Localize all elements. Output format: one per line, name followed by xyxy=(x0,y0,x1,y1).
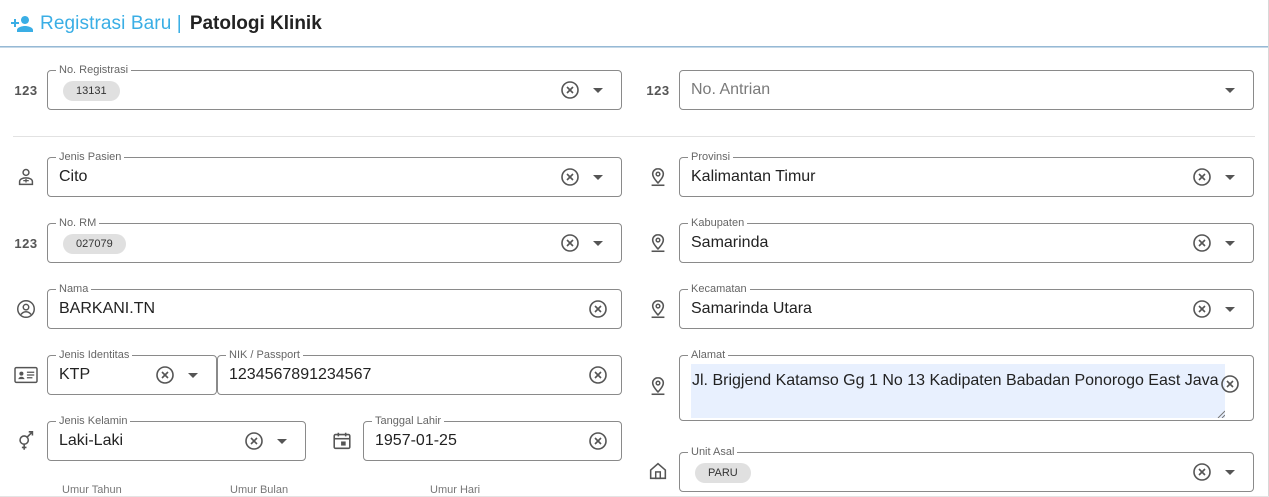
nama-value: BARKANI.TN xyxy=(59,300,156,317)
id-card-icon xyxy=(12,363,40,387)
jenis-pasien-value: Cito xyxy=(59,168,88,185)
chevron-down-icon[interactable] xyxy=(1223,302,1237,316)
no-antrian-select[interactable]: No. Antrian xyxy=(679,70,1254,110)
clear-icon[interactable] xyxy=(588,431,608,451)
chevron-down-icon[interactable] xyxy=(591,170,605,184)
chevron-down-icon[interactable] xyxy=(1223,465,1237,479)
chevron-down-icon[interactable] xyxy=(186,368,200,382)
clear-icon[interactable] xyxy=(1192,233,1212,253)
nik-input[interactable]: NIK / Passport 1234567891234567 xyxy=(217,348,622,395)
calendar-icon xyxy=(330,429,354,453)
clear-icon[interactable] xyxy=(560,167,580,187)
umur-bulan-label: Umur Bulan xyxy=(230,484,289,496)
provinsi-value: Kalimantan Timur xyxy=(691,168,816,185)
no-antrian-placeholder: No. Antrian xyxy=(691,81,771,98)
unit-asal-label: Unit Asal xyxy=(688,445,738,459)
tanggal-lahir-value: 1957-01-25 xyxy=(375,432,457,449)
number-icon: 123 xyxy=(14,82,38,98)
jenis-kelamin-select[interactable]: Jenis Kelamin Laki-Laki xyxy=(47,414,306,461)
clear-icon[interactable] xyxy=(1192,462,1212,482)
jenis-identitas-value: KTP xyxy=(59,366,91,383)
location-pin-icon xyxy=(646,297,670,321)
umur-tahun-label: Umur Tahun xyxy=(62,484,122,496)
chevron-down-icon[interactable] xyxy=(591,83,605,97)
clear-icon[interactable] xyxy=(560,233,580,253)
clear-icon[interactable] xyxy=(560,80,580,100)
no-rm-select[interactable]: No. RM 027079 xyxy=(47,216,622,263)
no-rm-chip[interactable]: 027079 xyxy=(63,234,126,254)
header-subtitle: Registrasi Baru | xyxy=(40,13,182,34)
alamat-textarea[interactable]: Alamat Jl. Brigjend Katamso Gg 1 No 13 K… xyxy=(679,348,1254,421)
tanggal-lahir-input[interactable]: Tanggal Lahir 1957-01-25 xyxy=(363,414,622,461)
kabupaten-select[interactable]: Kabupaten Samarinda xyxy=(679,216,1254,263)
location-pin-icon xyxy=(646,165,670,189)
home-icon xyxy=(646,459,670,483)
jenis-identitas-select[interactable]: Jenis Identitas KTP xyxy=(47,348,217,395)
section-divider xyxy=(13,136,1255,137)
header-divider xyxy=(0,46,1269,48)
number-icon: 123 xyxy=(646,82,670,98)
umur-hari-label: Umur Hari xyxy=(430,484,481,496)
chevron-down-icon[interactable] xyxy=(1223,236,1237,250)
provinsi-select[interactable]: Provinsi Kalimantan Timur xyxy=(679,150,1254,197)
kabupaten-value: Samarinda xyxy=(691,234,769,251)
nik-value: 1234567891234567 xyxy=(229,366,372,383)
gender-icon xyxy=(14,429,38,453)
alamat-label: Alamat xyxy=(688,348,729,362)
page-header: Registrasi Baru | Patologi Klinik xyxy=(0,0,1269,48)
jenis-kelamin-value: Laki-Laki xyxy=(59,432,124,449)
chevron-down-icon[interactable] xyxy=(591,236,605,250)
person-add-icon xyxy=(11,16,33,32)
chevron-down-icon[interactable] xyxy=(1223,170,1237,184)
no-rm-label: No. RM xyxy=(56,216,100,230)
resize-handle-icon[interactable] xyxy=(1217,410,1225,418)
no-registrasi-label: No. Registrasi xyxy=(56,63,132,77)
unit-asal-chip[interactable]: PARU xyxy=(695,463,751,483)
no-registrasi-chip[interactable]: 13131 xyxy=(63,81,120,101)
location-pin-icon xyxy=(646,374,670,398)
clear-icon[interactable] xyxy=(1192,299,1212,319)
kecamatan-select[interactable]: Kecamatan Samarinda Utara xyxy=(679,282,1254,329)
no-registrasi-select[interactable]: No. Registrasi 13131 xyxy=(47,63,622,110)
alamat-value[interactable]: Jl. Brigjend Katamso Gg 1 No 13 Kadipate… xyxy=(691,364,1225,418)
clear-icon[interactable] xyxy=(244,431,264,451)
patient-icon xyxy=(14,165,38,189)
account-circle-icon xyxy=(14,297,38,321)
kecamatan-value: Samarinda Utara xyxy=(691,300,812,317)
jenis-pasien-select[interactable]: Jenis Pasien Cito xyxy=(47,150,622,197)
clear-icon[interactable] xyxy=(1192,167,1212,187)
clear-icon[interactable] xyxy=(155,365,175,385)
chevron-down-icon[interactable] xyxy=(1223,83,1237,97)
page-title: Patologi Klinik xyxy=(189,13,322,34)
clear-icon[interactable] xyxy=(588,299,608,319)
number-icon: 123 xyxy=(14,235,38,251)
clear-icon[interactable] xyxy=(588,365,608,385)
clear-icon[interactable] xyxy=(1220,374,1240,394)
nama-input[interactable]: Nama BARKANI.TN xyxy=(47,282,622,329)
unit-asal-select[interactable]: Unit Asal PARU xyxy=(679,445,1254,492)
location-pin-icon xyxy=(646,231,670,255)
chevron-down-icon[interactable] xyxy=(275,434,289,448)
